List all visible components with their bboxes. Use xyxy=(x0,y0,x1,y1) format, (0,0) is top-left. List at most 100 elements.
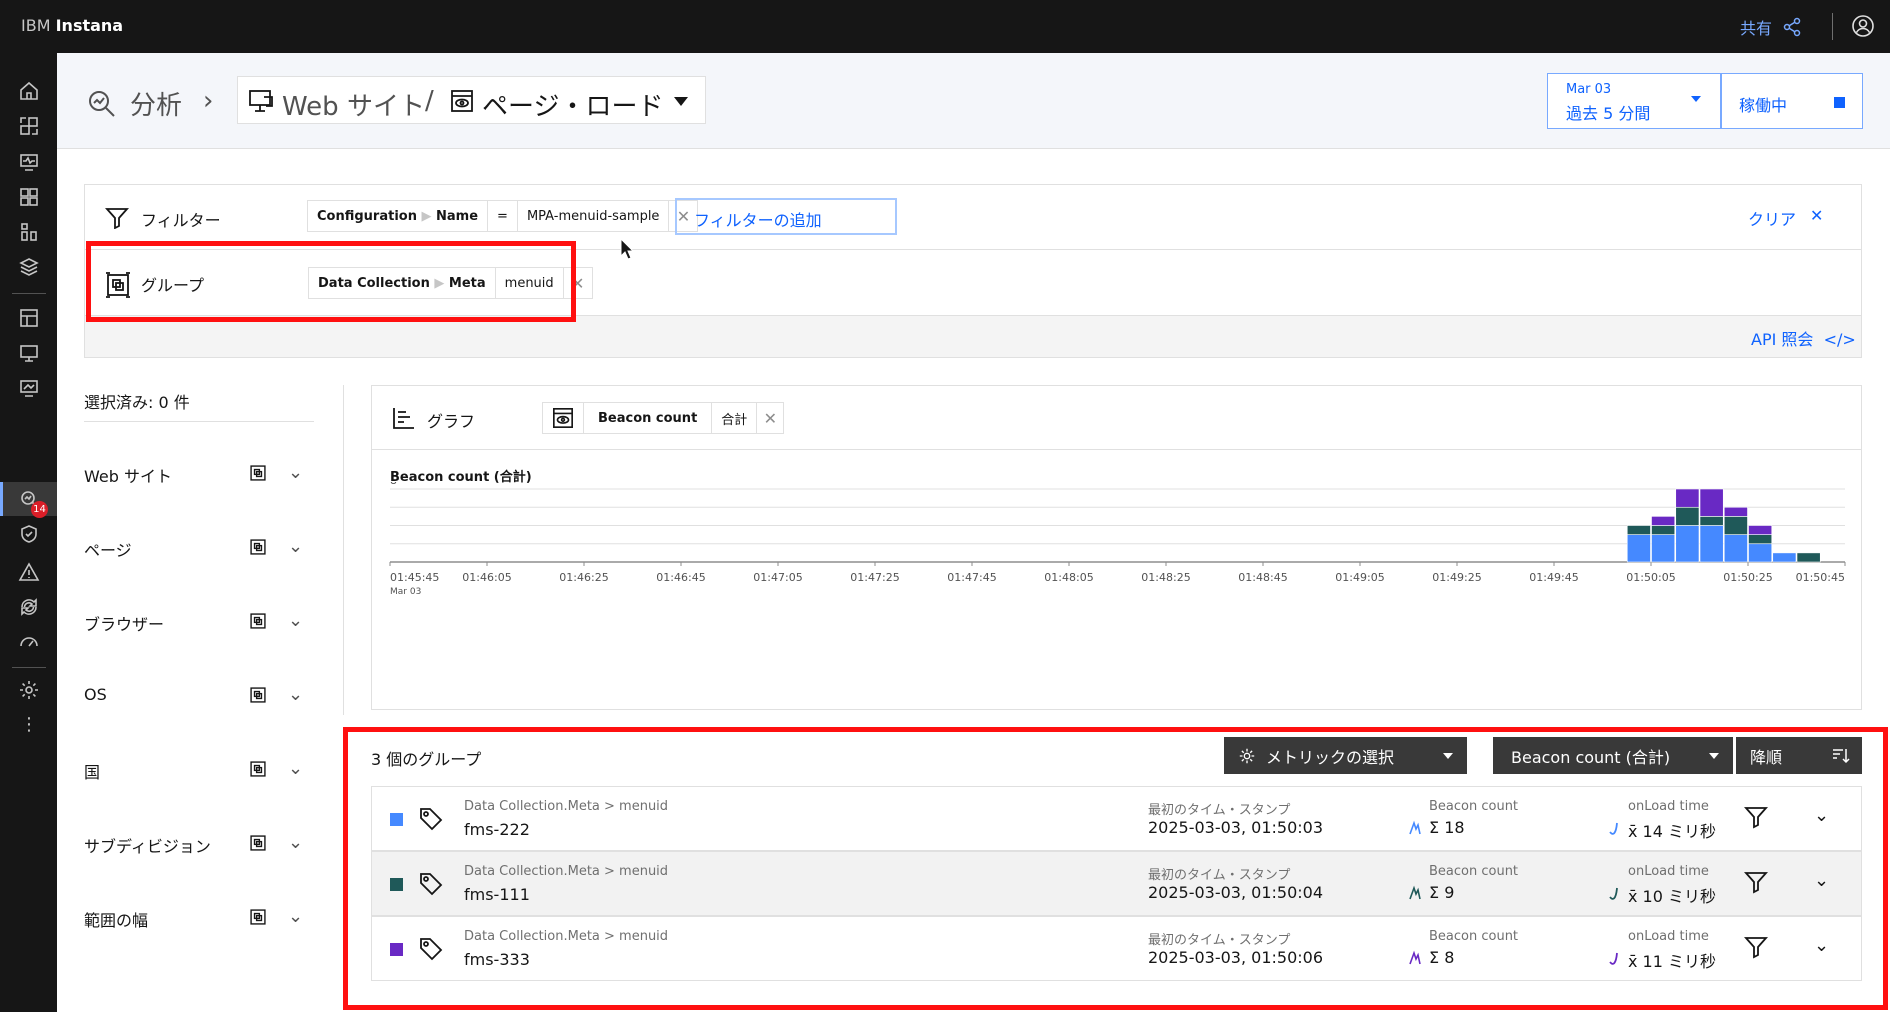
api-query-button[interactable]: API 照会 </> xyxy=(1751,326,1856,350)
website-icon xyxy=(249,90,273,112)
x-tick-label: 01:48:25 xyxy=(1141,571,1190,584)
chart-label: グラフ xyxy=(427,412,476,431)
facet-label: Web サイト xyxy=(84,467,172,486)
synthetic-icon[interactable] xyxy=(16,375,42,401)
time-range-picker[interactable]: Mar 03 過去 5 分間 xyxy=(1547,73,1721,129)
x-tick-label: 01:49:25 xyxy=(1432,571,1481,584)
chevron-down-icon[interactable]: ⌄ xyxy=(288,610,303,631)
chevron-down-icon[interactable]: ⌄ xyxy=(288,906,303,927)
chevron-down-icon[interactable]: ⌄ xyxy=(288,832,303,853)
caret-down-icon xyxy=(1691,96,1701,102)
chart-bar-fms-111 xyxy=(1796,552,1821,563)
beacon-count-chart[interactable]: 8 01:45:45 01:46:05 01:46:25 01:46:45 01:47:0… xyxy=(372,482,1861,602)
chevron-down-icon[interactable]: ⌄ xyxy=(288,684,303,705)
facet-label: OS xyxy=(84,685,107,704)
filter-label: フィルター xyxy=(141,211,221,230)
facet-label: ページ xyxy=(84,541,132,560)
filter-chip[interactable]: Configuration ▶ Name = MPA-menuid-sample… xyxy=(307,200,699,232)
y-tick-label: 8 xyxy=(390,482,397,487)
facet-item[interactable]: OS ⌄ xyxy=(84,681,314,711)
x-tick-label: 01:50:05 xyxy=(1626,571,1675,584)
divider xyxy=(84,421,314,422)
group-by-icon[interactable] xyxy=(249,834,267,852)
topbar-divider xyxy=(1832,13,1833,40)
x-tick-label: 01:49:05 xyxy=(1335,571,1384,584)
brand-logo[interactable]: IBM Instana xyxy=(21,16,123,35)
chart-bar-fms-222 xyxy=(1651,534,1676,563)
selected-count: 選択済み: 0 件 xyxy=(84,393,190,412)
time-date: Mar 03 xyxy=(1566,82,1612,97)
group-by-icon[interactable] xyxy=(249,686,267,704)
breadcrumb-chevron-icon: › xyxy=(203,86,214,116)
services-icon[interactable] xyxy=(16,219,42,245)
facet-label: ブラウザー xyxy=(84,615,165,634)
group-by-icon[interactable] xyxy=(249,760,267,778)
chart-bar-fms-222 xyxy=(1699,525,1724,563)
nav-separator xyxy=(12,293,46,294)
group-by-icon[interactable] xyxy=(249,612,267,630)
breadcrumb-page-load: ページ・ロード xyxy=(482,92,664,122)
settings-gear-icon[interactable] xyxy=(16,677,42,703)
live-toggle-button[interactable]: 稼働中 xyxy=(1721,73,1863,129)
dashboard-icon[interactable] xyxy=(16,305,42,331)
chart-bar-fms-222 xyxy=(1723,534,1748,563)
chart-bar-fms-222 xyxy=(1675,525,1700,563)
facet-item[interactable]: サブディビジョン ⌄ xyxy=(84,829,314,859)
gauge-icon[interactable] xyxy=(16,629,42,655)
monitoring-icon[interactable] xyxy=(16,149,42,175)
chart-header: グラフ Beacon count 合計 ✕ xyxy=(372,386,1861,450)
page-load-icon xyxy=(553,408,573,428)
group-by-icon[interactable] xyxy=(249,464,267,482)
chevron-down-icon[interactable]: ⌄ xyxy=(288,758,303,779)
facet-label: サブディビジョン xyxy=(84,837,211,856)
layers-icon[interactable] xyxy=(16,254,42,280)
metric-chip[interactable]: Beacon count 合計 ✕ xyxy=(542,402,785,434)
user-avatar-icon[interactable] xyxy=(1851,14,1875,38)
facet-item[interactable]: Web サイト ⌄ xyxy=(84,459,314,489)
chevron-down-icon[interactable]: ⌄ xyxy=(288,536,303,557)
chart-bar-fms-222 xyxy=(1748,543,1773,563)
infrastructure-icon[interactable] xyxy=(16,113,42,139)
metric-chip-icon xyxy=(543,403,584,433)
x-tick-label: 01:50:45 xyxy=(1796,571,1845,584)
facet-item[interactable]: ブラウザー ⌄ xyxy=(84,607,314,637)
x-tick-label: 01:46:25 xyxy=(559,571,608,584)
group-by-icon[interactable] xyxy=(249,908,267,926)
events-warning-icon[interactable] xyxy=(16,559,42,585)
chart-bar-icon xyxy=(393,408,414,429)
add-filter-input[interactable]: フィルターの追加 xyxy=(675,198,897,235)
breadcrumb-website: Web サイト xyxy=(282,92,425,122)
chart-bar-fms-111 xyxy=(1748,534,1773,545)
x-tick-label: 01:48:05 xyxy=(1044,571,1093,584)
side-nav: 14 ⋮ xyxy=(0,53,57,1012)
chart-bar-fms-111 xyxy=(1626,525,1651,535)
x-tick-label: 01:47:05 xyxy=(753,571,802,584)
facet-label: 範囲の幅 xyxy=(84,911,149,930)
filter-chip-operator: = xyxy=(488,201,518,231)
applications-icon[interactable] xyxy=(16,184,42,210)
facet-item[interactable]: 国 ⌄ xyxy=(84,755,314,785)
share-button[interactable]: 共有 xyxy=(1740,15,1802,39)
facet-item[interactable]: ページ ⌄ xyxy=(84,533,314,563)
close-icon[interactable]: ✕ xyxy=(757,409,783,428)
code-icon: </> xyxy=(1823,330,1856,349)
chevron-down-icon[interactable]: ⌄ xyxy=(288,462,303,483)
clear-label: クリア xyxy=(1748,210,1797,229)
group-by-icon[interactable] xyxy=(249,538,267,556)
facet-item[interactable]: 範囲の幅 ⌄ xyxy=(84,903,314,933)
security-shield-icon[interactable] xyxy=(16,521,42,547)
chart-bar-fms-333 xyxy=(1651,516,1676,526)
home-icon[interactable] xyxy=(16,78,42,104)
entity-type-selector[interactable]: Web サイト / ページ・ロード xyxy=(237,76,706,124)
breadcrumb-analyze[interactable]: 分析 xyxy=(130,85,182,122)
mouse-cursor-icon xyxy=(620,238,634,260)
x-tick-label: 01:46:05 xyxy=(462,571,511,584)
filter-chip-value: MPA-menuid-sample xyxy=(518,201,670,231)
more-vertical-icon[interactable]: ⋮ xyxy=(16,711,42,737)
chart-bar-fms-111 xyxy=(1723,516,1748,535)
clear-filters-button[interactable]: クリア ✕ xyxy=(1748,206,1823,230)
website-monitoring-icon[interactable] xyxy=(16,340,42,366)
x-tick-label: 01:47:45 xyxy=(947,571,996,584)
automation-icon[interactable] xyxy=(16,594,42,620)
chart-panel: グラフ Beacon count 合計 ✕ Beacon count (合計) … xyxy=(371,385,1862,710)
